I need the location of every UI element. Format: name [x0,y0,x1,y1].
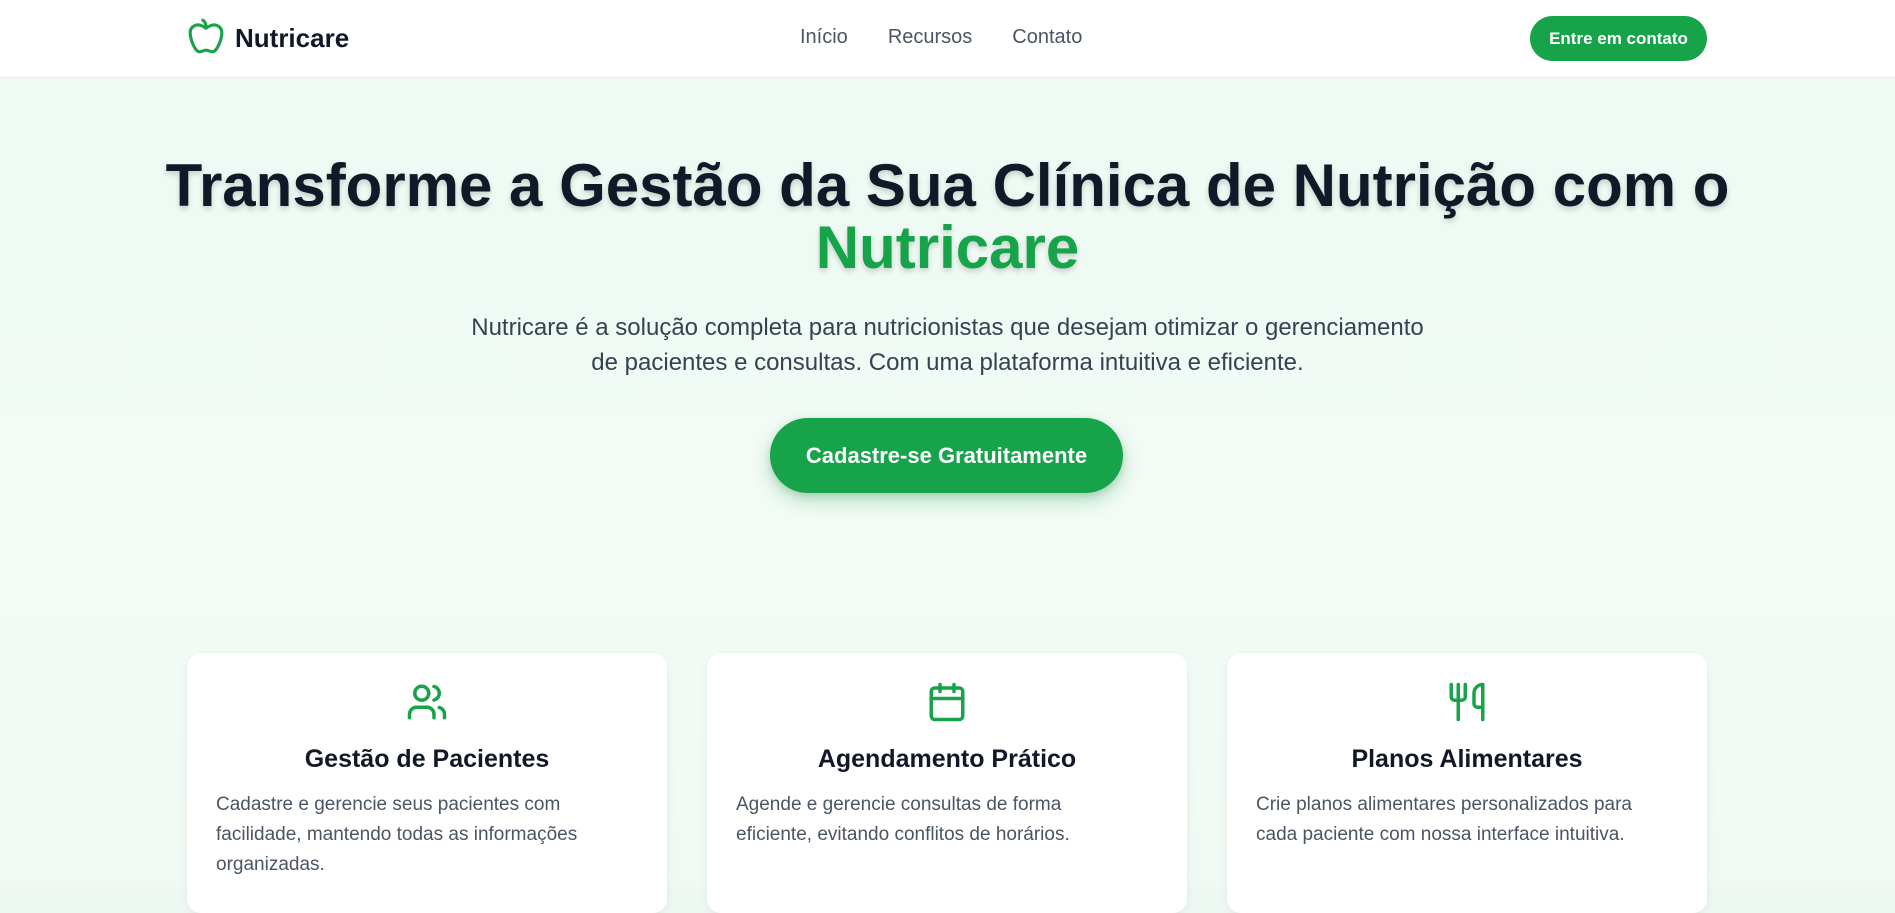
feature-description: Agende e gerencie consultas de forma efi… [736,794,1070,845]
hero-title-text: Transforme a Gestão da Sua Clínica de Nu… [165,152,1730,219]
feature-card-patients: Gestão de Pacientes Cadastre e gerencie … [187,653,667,913]
users-icon [187,681,667,723]
hero-title: Transforme a Gestão da Sua Clínica de Nu… [120,155,1775,279]
contact-button[interactable]: Entre em contato [1530,16,1707,61]
feature-title: Gestão de Pacientes [304,745,550,773]
site-header: Nutricare Início Recursos Contato Entre … [0,0,1895,78]
feature-card-meal-plans: Planos Alimentares Crie planos alimentar… [1227,653,1707,913]
feature-card-scheduling: Agendamento Prático Agende e gerencie co… [707,653,1187,913]
main-nav: Início Recursos Contato [800,26,1122,49]
apple-icon [187,16,225,61]
nav-item-inicio[interactable]: Início [800,26,848,49]
calendar-icon [707,681,1187,723]
signup-button[interactable]: Cadastre-se Gratuitamente [770,418,1123,493]
hero-title-brand: Nutricare [815,214,1080,281]
utensils-icon [1227,681,1707,723]
feature-description: Cadastre e gerencie seus pacientes com f… [216,794,578,875]
nav-item-recursos[interactable]: Recursos [888,26,972,49]
logo-text: Nutricare [235,22,350,53]
hero-subtitle: Nutricare é a solução completa para nutr… [471,314,1424,376]
feature-title: Agendamento Prático [817,745,1077,773]
nav-item-contato[interactable]: Contato [1012,26,1082,49]
logo[interactable]: Nutricare [187,18,349,58]
feature-title: Planos Alimentares [1351,745,1583,773]
feature-description: Crie planos alimentares personalizados p… [1256,794,1632,845]
